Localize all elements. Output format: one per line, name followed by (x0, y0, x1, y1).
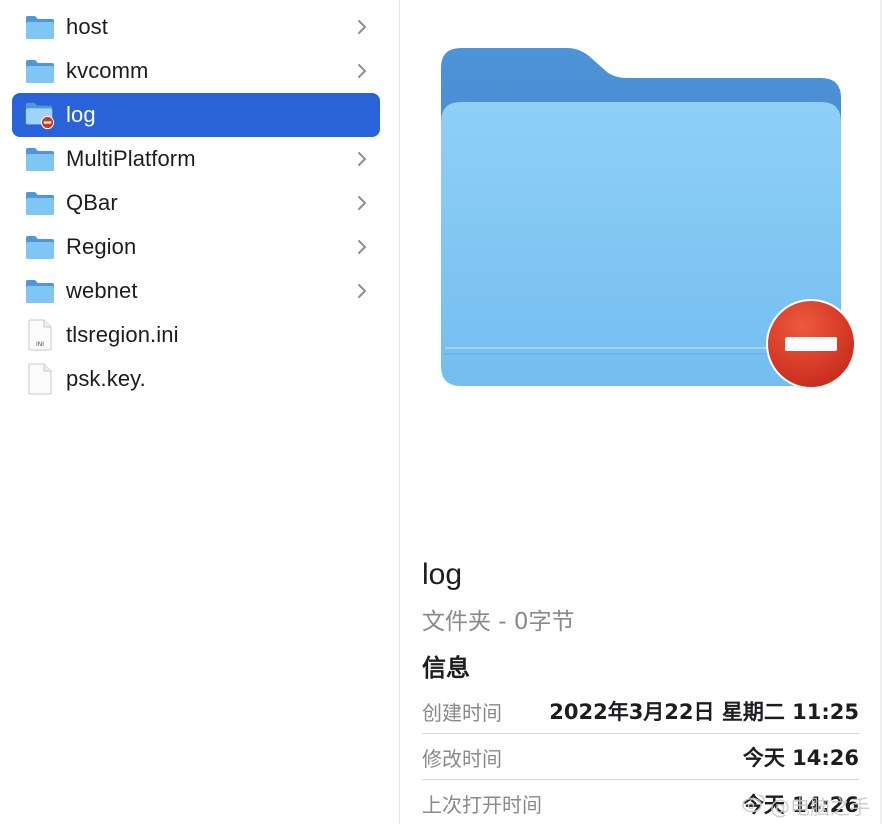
file-badge: INI (36, 341, 44, 348)
list-item-psk-key[interactable]: psk.key. (12, 357, 380, 401)
document-icon (24, 363, 56, 395)
item-label: Region (66, 234, 137, 259)
info-heading: 信息 (422, 654, 470, 682)
chevron-right-icon (354, 60, 370, 82)
item-label: MultiPlatform (66, 146, 196, 171)
list-item-webnet[interactable]: webnet (12, 269, 380, 313)
folder-icon (24, 189, 56, 217)
item-name-title: log (422, 558, 463, 591)
chevron-right-icon (354, 236, 370, 258)
item-label: tlsregion.ini (66, 322, 179, 347)
chevron-right-icon (354, 148, 370, 170)
list-item-multiplatform[interactable]: MultiPlatform (12, 137, 380, 181)
item-label: psk.key. (66, 366, 146, 391)
item-kind-size: 文件夹 - 0字节 (422, 609, 575, 635)
folder-icon (24, 145, 56, 173)
info-key: 修改时间 (422, 746, 502, 771)
item-label: log (66, 102, 96, 127)
info-row-created: 创建时间 2022年3月22日 星期二 11:25 (422, 689, 859, 734)
chevron-right-icon (354, 192, 370, 214)
watermark: @电脑之手 (742, 791, 870, 820)
list-item-host[interactable]: host (12, 5, 380, 49)
folder-no-access-icon (24, 101, 56, 130)
preview-pane: log 文件夹 - 0字节 信息 创建时间 2022年3月22日 星期二 11:… (401, 0, 882, 824)
chevron-right-icon (354, 280, 370, 302)
folder-icon (24, 277, 56, 305)
chevron-right-icon (354, 16, 370, 38)
list-item-kvcomm[interactable]: kvcomm (12, 49, 380, 93)
file-list-column: host kvcomm log MultiPlatform QBar Regio (0, 0, 400, 824)
info-value: 今天 14:26 (742, 746, 859, 770)
folder-icon (24, 13, 56, 41)
item-label: host (66, 14, 108, 39)
info-row-modified: 修改时间 今天 14:26 (422, 735, 859, 780)
item-label: QBar (66, 190, 118, 215)
folder-icon (24, 57, 56, 85)
list-item-region[interactable]: Region (12, 225, 380, 269)
folder-icon (24, 233, 56, 261)
item-label: webnet (66, 278, 138, 303)
info-value: 2022年3月22日 星期二 11:25 (549, 700, 859, 724)
list-item-tlsregion-ini[interactable]: INI tlsregion.ini (12, 313, 380, 357)
folder-no-access-large-icon (437, 42, 857, 392)
info-key: 上次打开时间 (422, 793, 542, 817)
list-item-log[interactable]: log (12, 93, 380, 137)
ini-file-icon: INI (24, 319, 56, 351)
item-label: kvcomm (66, 58, 149, 83)
watermark-text: @电脑之手 (770, 795, 870, 819)
list-item-qbar[interactable]: QBar (12, 181, 380, 225)
weibo-icon (742, 793, 766, 818)
info-key: 创建时间 (422, 700, 502, 725)
